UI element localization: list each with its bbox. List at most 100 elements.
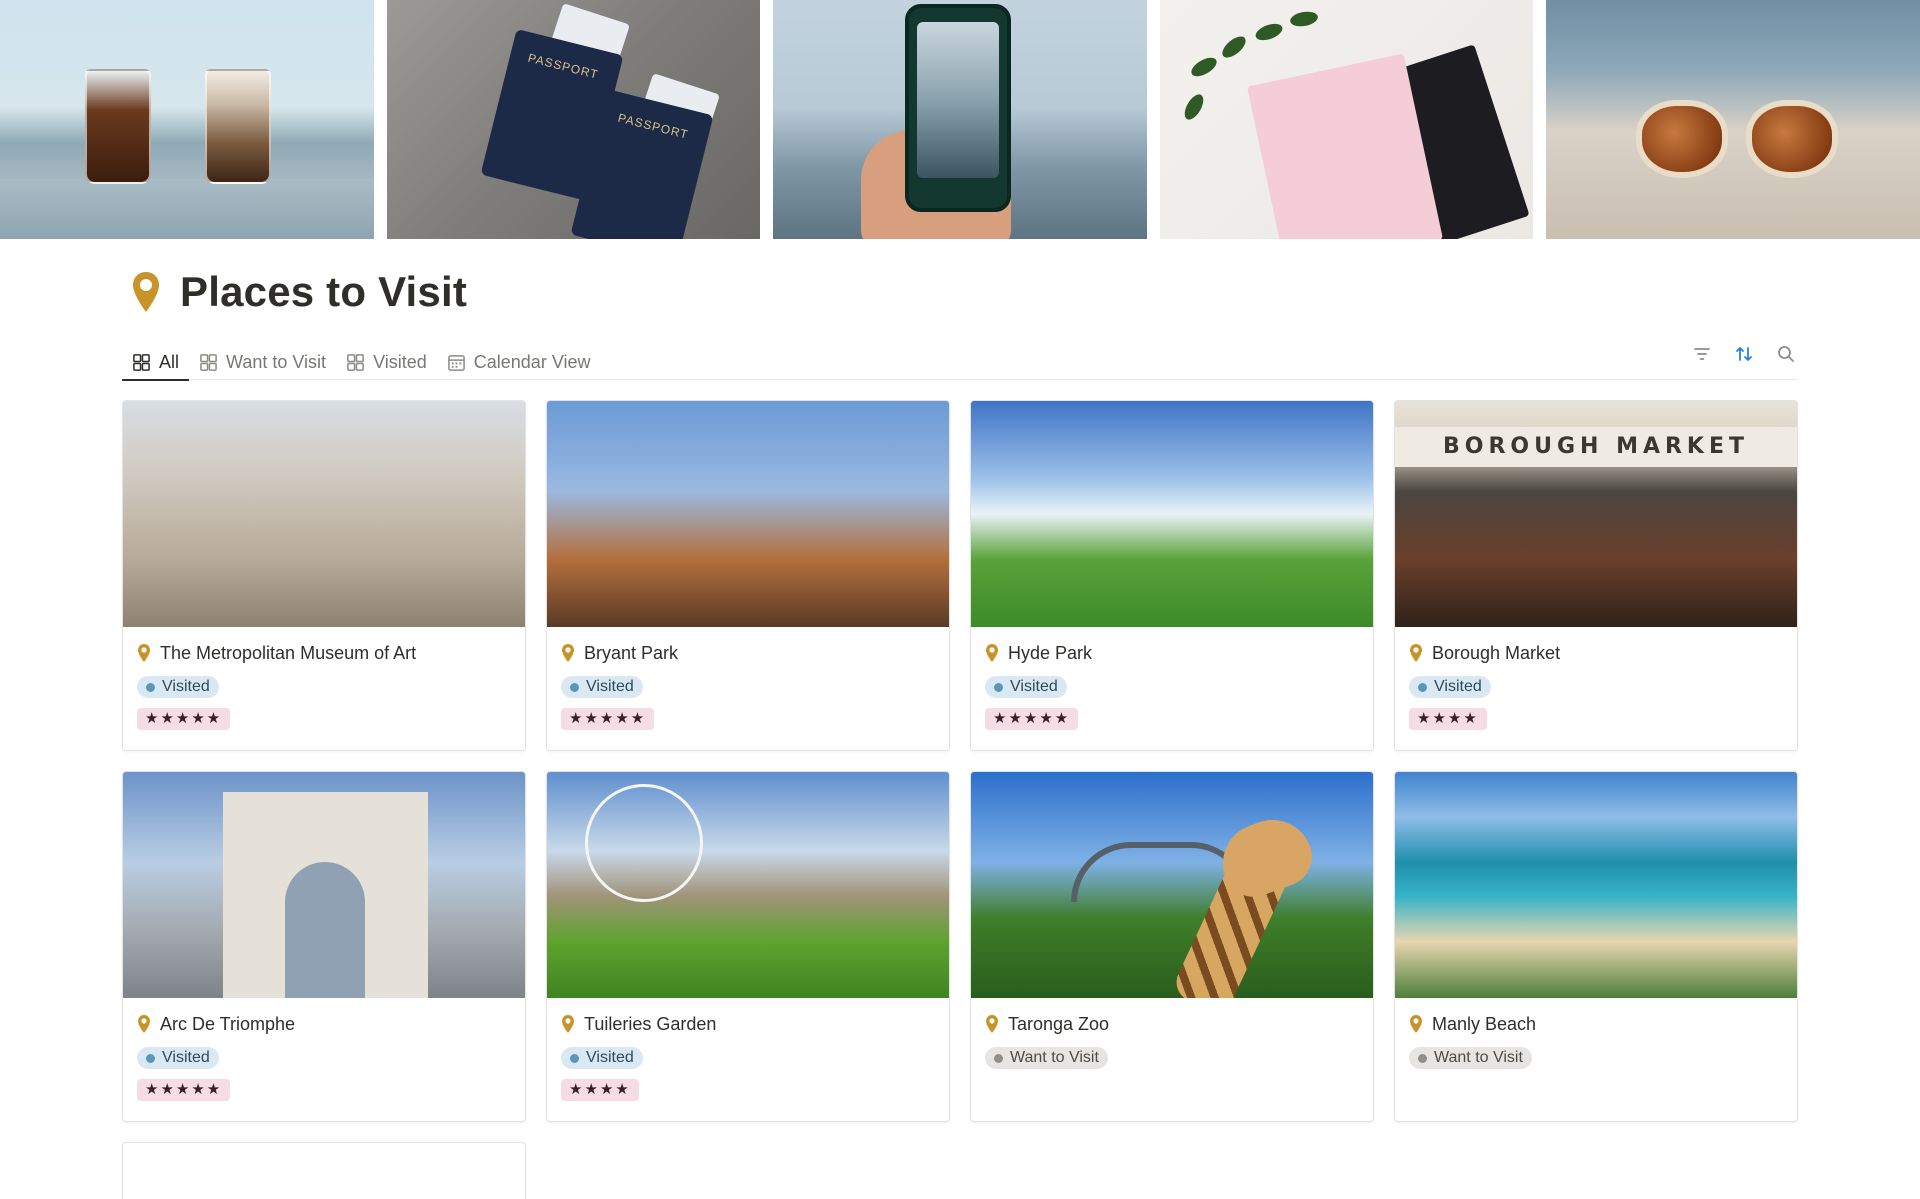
ferris-wheel	[585, 784, 703, 902]
iced-drinks-photo	[0, 0, 374, 239]
rating-badge: ★★★★★	[137, 708, 231, 730]
status-badge: Want to Visit	[1409, 1047, 1532, 1069]
status-badge: Visited	[1409, 676, 1491, 698]
search-button[interactable]	[1775, 343, 1797, 365]
iced-cola-glass	[85, 69, 151, 184]
status-badge: Visited	[137, 1047, 219, 1069]
gallery-card[interactable]: Tuileries Garden Visited ★★★★	[546, 771, 950, 1122]
status-dot	[570, 1053, 579, 1063]
tab-label: Calendar View	[473, 352, 591, 372]
card-cover-image	[123, 401, 525, 627]
status-badge: Visited	[985, 676, 1067, 698]
tab-label: All	[159, 352, 180, 372]
gallery-grid: The Metropolitan Museum of Art Visited ★…	[122, 400, 1798, 1199]
sunglasses	[1626, 100, 1846, 180]
rating-badge: ★★★★	[1409, 708, 1487, 730]
card-title: Arc De Triomphe	[160, 1013, 296, 1034]
map-pin-icon	[138, 644, 150, 662]
status-dot	[994, 682, 1003, 692]
market-sign: BOROUGH MARKET	[1395, 427, 1797, 467]
lens	[1746, 100, 1839, 178]
status-label: Visited	[162, 1049, 210, 1066]
leaf	[1180, 91, 1207, 123]
status-dot	[146, 682, 155, 692]
rating-badge: ★★★★★	[561, 708, 655, 730]
view-toolbar	[1691, 343, 1797, 365]
gallery-icon	[133, 354, 150, 371]
map-pin-icon	[133, 272, 159, 312]
status-dot	[570, 682, 579, 692]
status-badge: Want to Visit	[985, 1047, 1108, 1069]
card-cover-image	[971, 401, 1373, 627]
map-pin-icon	[1410, 1015, 1422, 1033]
sunglasses-photo	[1546, 0, 1920, 239]
gallery-icon	[200, 354, 217, 371]
map-pin-icon	[562, 644, 574, 662]
phone-screen	[917, 22, 1000, 178]
rating-badge: ★★★★★	[985, 708, 1079, 730]
card-title: Taronga Zoo	[1008, 1013, 1110, 1034]
page-title: Places to Visit	[180, 268, 468, 315]
rating-badge: ★★★★★	[137, 1079, 231, 1101]
sort-icon	[1736, 347, 1752, 361]
card-title: Manly Beach	[1432, 1013, 1537, 1034]
map-pin-icon	[562, 1015, 574, 1033]
status-label: Visited	[586, 1049, 634, 1066]
card-cover-image	[123, 772, 525, 998]
card-title: The Metropolitan Museum of Art	[160, 642, 417, 663]
lens	[1636, 100, 1729, 178]
phone	[905, 4, 1012, 212]
gallery-card[interactable]: Manly Beach Want to Visit	[1394, 771, 1798, 1122]
tab-visited[interactable]: Visited	[336, 337, 437, 380]
status-dot	[1418, 1053, 1427, 1063]
status-dot	[1418, 682, 1427, 692]
gallery-card[interactable]: Bryant Park Visited ★★★★★	[546, 400, 950, 751]
filter-button[interactable]	[1691, 343, 1713, 365]
triumphal-arch	[223, 792, 428, 998]
card-title: Tuileries Garden	[584, 1013, 717, 1034]
gallery-card[interactable]: The Metropolitan Museum of Art Visited ★…	[122, 400, 526, 751]
card-title: Bryant Park	[584, 642, 679, 663]
gallery-card[interactable]: BOROUGH MARKET Borough Market Visited ★★…	[1394, 400, 1798, 751]
leaf	[1188, 53, 1220, 81]
sort-button[interactable]	[1733, 343, 1755, 365]
page-header: Places to Visit	[130, 268, 467, 316]
table-surface	[0, 179, 374, 239]
map-pin-icon	[986, 644, 998, 662]
tab-calendar-view[interactable]: Calendar View	[437, 337, 601, 380]
status-label: Visited	[162, 678, 210, 695]
map-pin-icon	[1410, 644, 1422, 662]
status-label: Visited	[1434, 678, 1482, 695]
status-badge: Visited	[561, 676, 643, 698]
notebook-photo	[1159, 0, 1534, 239]
status-dot	[146, 1053, 155, 1063]
status-badge: Visited	[561, 1047, 643, 1069]
map-pin-icon	[986, 1015, 998, 1033]
map-pin-icon	[138, 1015, 150, 1033]
tab-want-to-visit[interactable]: Want to Visit	[189, 337, 336, 380]
card-cover-image	[547, 772, 949, 998]
card-title: Hyde Park	[1008, 642, 1093, 663]
tab-label: Visited	[373, 352, 427, 372]
status-label: Want to Visit	[1434, 1049, 1523, 1066]
tab-all[interactable]: All	[122, 337, 190, 381]
card-cover-image	[1395, 772, 1797, 998]
iced-coffee-glass	[205, 69, 271, 184]
gallery-card[interactable]: Taronga Zoo Want to Visit	[970, 771, 1374, 1122]
rating-badge: ★★★★	[561, 1079, 639, 1101]
filter-icon	[1694, 348, 1710, 360]
status-badge: Visited	[137, 676, 219, 698]
view-tabs: All Want to Visit Visited Calendar View	[122, 337, 1797, 381]
phone-bridge-photo	[773, 0, 1147, 239]
status-dot	[994, 1053, 1003, 1063]
gallery-card[interactable]: Hyde Park Visited ★★★★★	[970, 400, 1374, 751]
card-cover-image: BOROUGH MARKET	[1395, 401, 1797, 627]
card-cover-image	[971, 772, 1373, 998]
gallery-card[interactable]: Arc De Triomphe Visited ★★★★★	[122, 771, 526, 1122]
gallery-card-partial[interactable]	[122, 1142, 526, 1199]
leaf	[1288, 9, 1319, 29]
passports-photo	[386, 0, 761, 239]
card-title: Borough Market	[1432, 642, 1561, 663]
search-icon	[1778, 346, 1794, 362]
card-cover-image	[547, 401, 949, 627]
